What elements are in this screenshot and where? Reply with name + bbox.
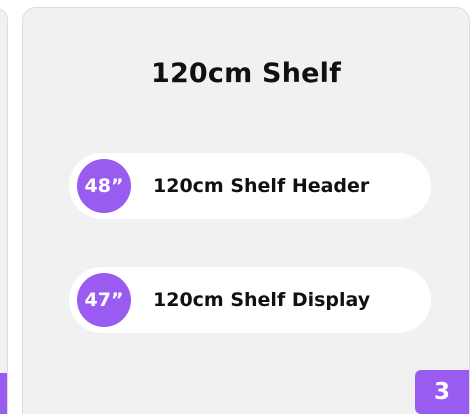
page-number-badge: 3	[415, 370, 469, 414]
previous-card[interactable]	[0, 8, 8, 414]
shelf-option-label: 120cm Shelf Header	[153, 175, 370, 197]
size-badge: 47”	[77, 273, 131, 327]
card-title: 120cm Shelf	[150, 58, 342, 89]
shelf-card[interactable]: 120cm Shelf 48” 120cm Shelf Header 47” 1…	[22, 7, 470, 414]
stage: 120cm Shelf 48” 120cm Shelf Header 47” 1…	[0, 0, 474, 414]
previous-card-badge	[0, 373, 7, 414]
size-badge: 48”	[77, 159, 131, 213]
shelf-option-header[interactable]: 48” 120cm Shelf Header	[69, 153, 431, 219]
shelf-option-label: 120cm Shelf Display	[153, 289, 371, 311]
shelf-option-display[interactable]: 47” 120cm Shelf Display	[69, 267, 431, 333]
